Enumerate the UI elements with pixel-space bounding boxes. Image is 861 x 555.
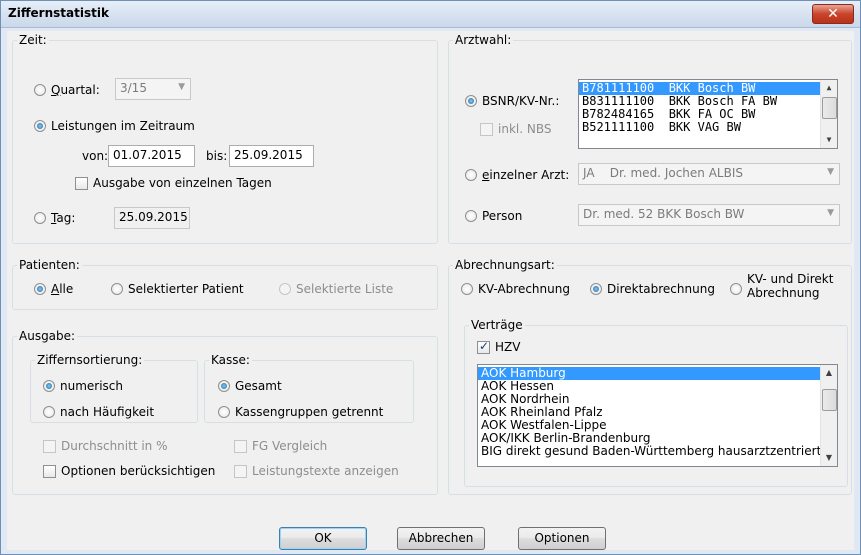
kv-direkt-radio[interactable] [730, 283, 742, 295]
scroll-thumb[interactable] [822, 389, 837, 411]
vertraege-items: AOK Hamburg AOK Hessen AOK Nordrhein AOK… [478, 365, 837, 458]
durchschnitt-label: Durchschnitt in % [61, 439, 168, 453]
selektierte-liste-radio[interactable] [279, 283, 291, 295]
zeit-legend: Zeit: [19, 33, 47, 47]
vertraege-listbox[interactable]: AOK Hamburg AOK Hessen AOK Nordrhein AOK… [477, 364, 838, 467]
inkl-nbs-checkbox[interactable] [480, 123, 493, 136]
haeufigkeit-label: nach Häufigkeit [60, 405, 155, 419]
kassengruppen-radio[interactable] [218, 406, 230, 418]
window-title: Ziffernstatistik [8, 6, 109, 20]
von-input[interactable]: 01.07.2015 [108, 145, 195, 167]
list-item[interactable]: BIG direkt gesund Baden-Württemberg haus… [478, 445, 837, 458]
ausgabe-tage-label: Ausgabe von einzelnen Tagen [93, 176, 272, 190]
list-item[interactable]: B521111100 BKK VAG BW [579, 121, 837, 134]
person-select[interactable]: Dr. med. 52 BKK Bosch BW ▼ [578, 204, 840, 226]
chevron-down-icon: ▼ [827, 167, 834, 177]
kv-direkt-label-line2: Abrechnung [747, 286, 820, 300]
selektierte-liste-label: Selektierte Liste [296, 282, 394, 296]
optionen-beruecksichtigen-label: Optionen berücksichtigen [61, 464, 216, 478]
durchschnitt-checkbox[interactable] [43, 440, 56, 453]
quartal-label: Quartal: [51, 83, 100, 97]
optionen-button[interactable]: Optionen [518, 527, 606, 550]
kv-abrechnung-radio[interactable] [461, 283, 473, 295]
einzelner-arzt-label: einzelner Arzt: [482, 168, 570, 182]
von-label: von: [82, 149, 109, 163]
patienten-legend: Patienten: [19, 258, 80, 272]
leistungstexte-checkbox[interactable] [234, 465, 247, 478]
hzv-checkbox[interactable] [477, 339, 490, 354]
abrechnungsart-legend: Abrechnungsart: [455, 258, 555, 272]
bis-input[interactable]: 25.09.2015 [229, 145, 314, 167]
scroll-down-icon[interactable]: ▼ [821, 132, 837, 148]
tag-radio[interactable] [34, 212, 46, 224]
bsnr-radio[interactable] [465, 95, 477, 107]
scroll-up-icon[interactable]: ▲ [821, 365, 837, 381]
numerisch-label: numerisch [60, 379, 124, 393]
quartal-radio[interactable] [34, 84, 46, 96]
gesamt-radio[interactable] [218, 380, 230, 392]
direktabrechnung-label: Direktabrechnung [607, 282, 715, 296]
tag-label: Tag: [51, 211, 76, 225]
vertraege-legend: Verträge [471, 318, 523, 332]
bsnr-label: BSNR/KV-Nr.: [482, 94, 560, 108]
haeufigkeit-radio[interactable] [43, 406, 55, 418]
tag-input[interactable]: 25.09.2015 [114, 207, 190, 229]
bsnr-items: B781111100 BKK Bosch BW B831111100 BKK B… [579, 80, 837, 134]
leistungen-zeitraum-label: Leistungen im Zeitraum [51, 119, 195, 133]
person-radio[interactable] [465, 210, 477, 222]
einzelner-arzt-radio[interactable] [465, 169, 477, 181]
fg-vergleich-checkbox[interactable] [234, 440, 247, 453]
gesamt-label: Gesamt [235, 379, 282, 393]
kv-abrechnung-label: KV-Abrechnung [478, 282, 570, 296]
chevron-down-icon: ▼ [827, 208, 834, 218]
zeit-group: Zeit: [12, 33, 438, 244]
alle-label: Alle [51, 282, 74, 296]
chevron-down-icon: ▼ [178, 82, 185, 92]
inkl-nbs-label: inkl. NBS [498, 122, 552, 136]
selektierter-patient-radio[interactable] [111, 283, 123, 295]
einzelner-arzt-value: JA Dr. med. Jochen ALBIS [583, 166, 743, 180]
dialog-body: Zeit: Quartal: 3/15 ▼ Leistungen im Zeit… [7, 31, 854, 550]
person-label: Person [482, 209, 523, 223]
bsnr-listbox[interactable]: B781111100 BKK Bosch BW B831111100 BKK B… [578, 79, 838, 149]
leistungen-zeitraum-radio[interactable] [34, 120, 46, 132]
optionen-beruecksichtigen-checkbox[interactable] [43, 465, 56, 478]
alle-radio[interactable] [34, 283, 46, 295]
bis-label: bis: [206, 149, 228, 163]
numerisch-radio[interactable] [43, 380, 55, 392]
scroll-down-icon[interactable]: ▼ [821, 450, 837, 466]
quartal-value: 3/15 [120, 81, 147, 95]
person-value: Dr. med. 52 BKK Bosch BW [583, 207, 745, 221]
kv-direkt-label-line1: KV- und Direkt [747, 272, 834, 286]
quartal-select[interactable]: 3/15 ▼ [115, 78, 191, 100]
kassengruppen-label: Kassengruppen getrennt [235, 405, 384, 419]
leistungstexte-label: Leistungstexte anzeigen [252, 464, 399, 478]
bsnr-scrollbar[interactable]: ▲ ▼ [820, 80, 837, 148]
dialog-window: Ziffernstatistik ✕ Zeit: Quartal: 3/15 ▼… [0, 0, 861, 555]
hzv-label: HZV [495, 340, 521, 354]
kasse-legend: Kasse: [211, 353, 250, 367]
vertraege-scrollbar[interactable]: ▲ ▼ [820, 365, 837, 466]
ausgabe-tage-checkbox[interactable] [75, 177, 88, 190]
selektierter-patient-label: Selektierter Patient [128, 282, 244, 296]
scroll-thumb[interactable] [822, 97, 837, 119]
ok-button[interactable]: OK [279, 527, 367, 550]
direktabrechnung-radio[interactable] [590, 283, 602, 295]
fg-vergleich-label: FG Vergleich [252, 439, 328, 453]
einzelner-arzt-select[interactable]: JA Dr. med. Jochen ALBIS ▼ [578, 163, 840, 185]
ziffernsortierung-legend: Ziffernsortierung: [37, 353, 143, 367]
abbrechen-button[interactable]: Abbrechen [397, 527, 485, 550]
close-icon[interactable]: ✕ [812, 4, 854, 24]
scroll-up-icon[interactable]: ▲ [821, 80, 837, 96]
arztwahl-legend: Arztwahl: [455, 33, 512, 47]
title-bar: Ziffernstatistik ✕ [1, 1, 860, 28]
ausgabe-legend: Ausgabe: [19, 329, 76, 343]
